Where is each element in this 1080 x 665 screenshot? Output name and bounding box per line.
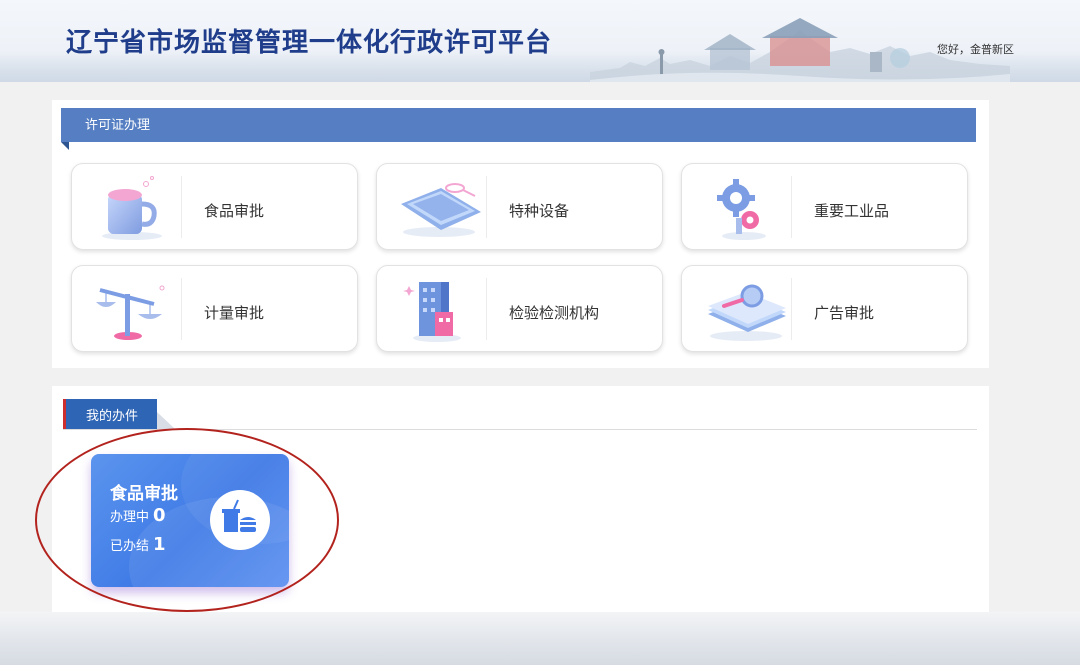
- platform-title: 辽宁省市场监督管理一体化行政许可平台: [66, 28, 553, 58]
- ribbon-fold: [61, 142, 69, 150]
- footer-background: [0, 612, 1080, 665]
- card-separator: [791, 278, 792, 340]
- annotation-highlight-ellipse: [35, 428, 339, 612]
- card-special-equipment[interactable]: 特种设备: [376, 163, 663, 250]
- cup-icon: [102, 176, 162, 240]
- magnifier-book-icon: [708, 284, 786, 341]
- tab-tail: [157, 412, 175, 429]
- card-metrology-approval[interactable]: 计量审批: [71, 265, 358, 352]
- card-advertising-approval[interactable]: 广告审批: [681, 265, 968, 352]
- card-separator: [181, 278, 182, 340]
- card-separator: [486, 176, 487, 238]
- gear-icon: [717, 179, 766, 240]
- card-label: 检验检测机构: [509, 304, 600, 322]
- card-label: 特种设备: [509, 202, 570, 220]
- card-label: 重要工业品: [814, 202, 890, 220]
- card-separator: [791, 176, 792, 238]
- card-inspection-agency[interactable]: 检验检测机构: [376, 265, 663, 352]
- building-icon: [403, 282, 461, 342]
- user-greeting[interactable]: 您好，金普新区: [937, 41, 1014, 57]
- card-separator: [486, 278, 487, 340]
- license-panel: 许可证办理 食品审批 特种设备 重要工业品 计量审批 检验检测机构 广告审批: [52, 100, 989, 368]
- card-label: 广告审批: [814, 304, 875, 322]
- card-food-approval[interactable]: 食品审批: [71, 163, 358, 250]
- tablet-device-icon: [401, 183, 481, 237]
- page-header: 辽宁省市场监督管理一体化行政许可平台 您好，金普新区: [0, 0, 1080, 82]
- my-jobs-tab[interactable]: 我的办件: [63, 399, 157, 429]
- card-separator: [181, 176, 182, 238]
- license-section-title: 许可证办理: [61, 108, 976, 142]
- card-industrial-products[interactable]: 重要工业品: [681, 163, 968, 250]
- card-label: 食品审批: [204, 202, 265, 220]
- scale-icon: [96, 285, 165, 340]
- card-label: 计量审批: [204, 304, 265, 322]
